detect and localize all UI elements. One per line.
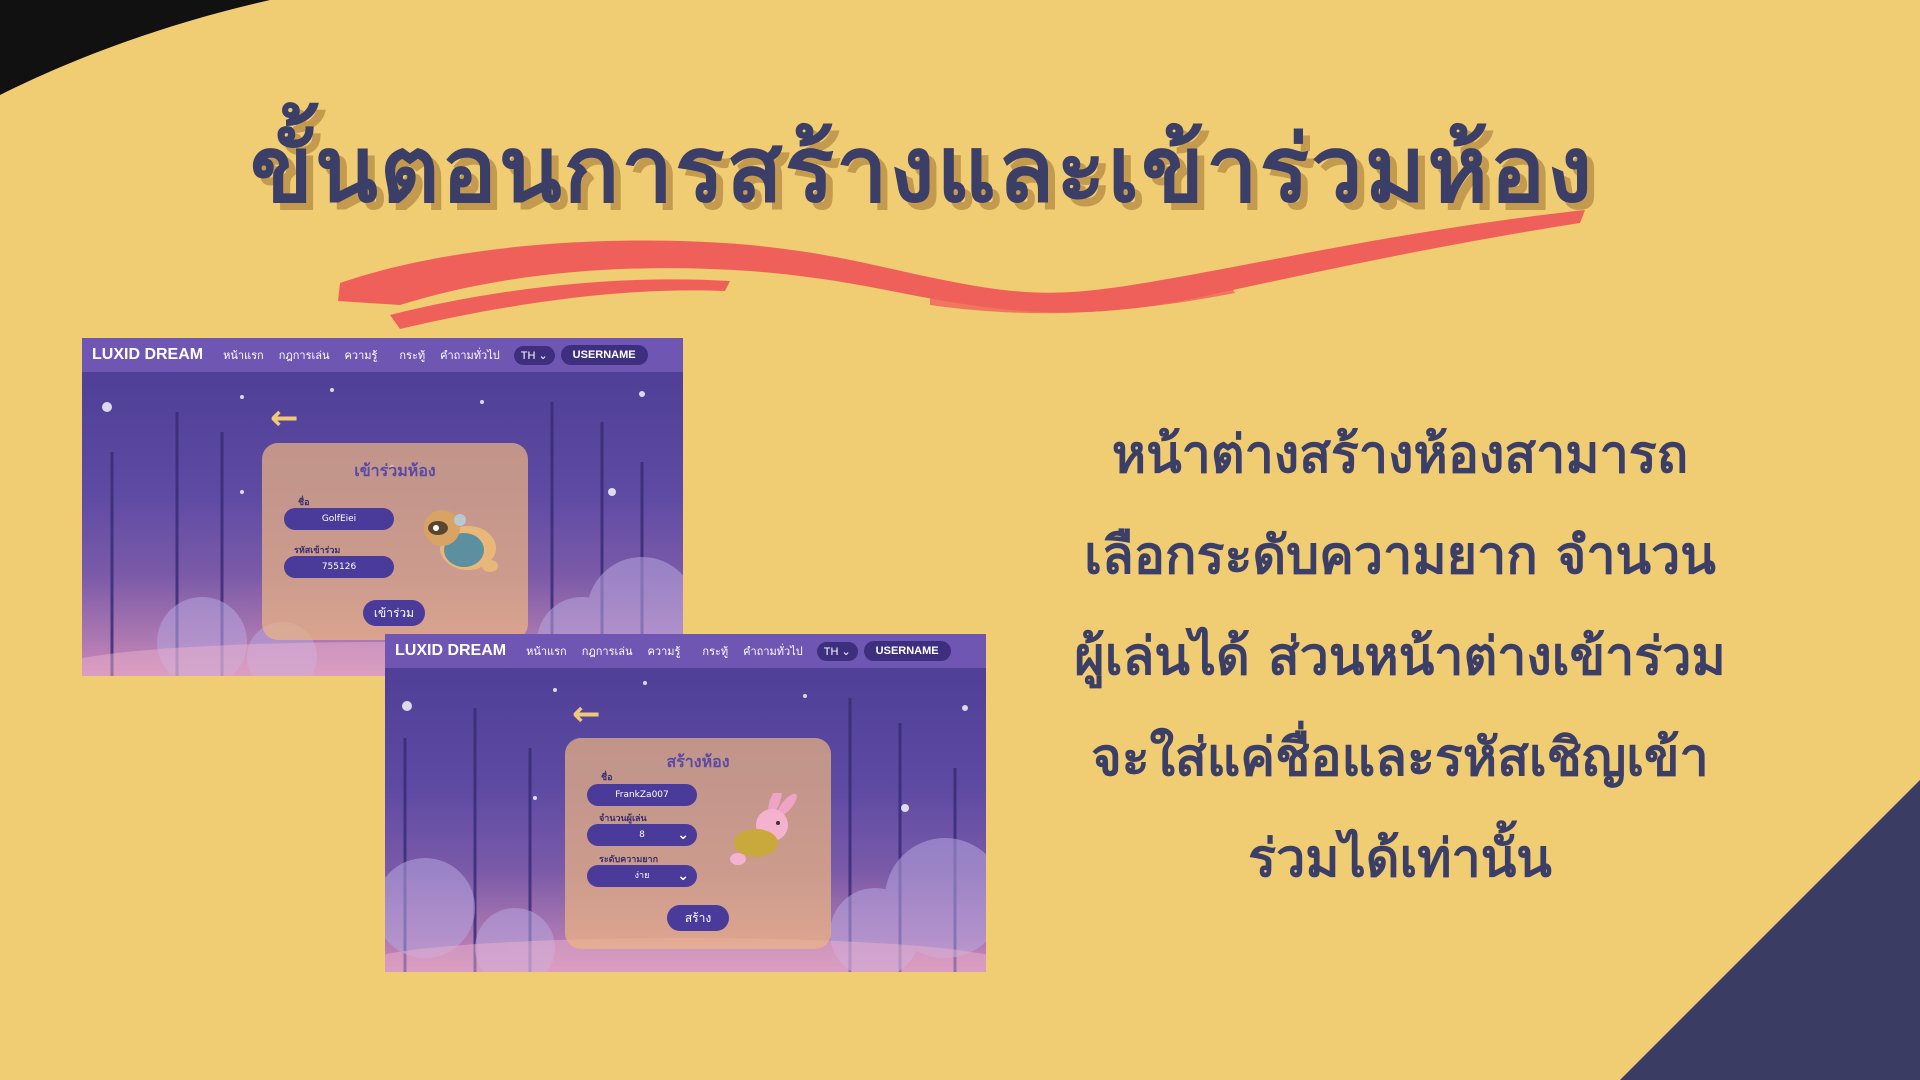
join-button[interactable]: เข้าร่วม bbox=[363, 600, 425, 626]
navbar: LUXID DREAM หน้าแรก กฎการเล่น ความรู้ กร… bbox=[385, 634, 986, 668]
language-select[interactable]: TH ⌄ bbox=[816, 641, 858, 661]
nav-link-faq[interactable]: คำถามทั่วไป bbox=[743, 642, 803, 660]
navbar: LUXID DREAM หน้าแรก กฎการเล่น ความรู้ กร… bbox=[82, 338, 683, 372]
nav-link-home[interactable]: หน้าแรก bbox=[526, 642, 567, 660]
nav-link-faq[interactable]: คำถามทั่วไป bbox=[440, 346, 500, 364]
chevron-down-icon: ⌄ bbox=[677, 868, 689, 884]
join-code-field[interactable]: 755126 bbox=[284, 556, 394, 578]
name-field[interactable]: FrankZa007 bbox=[587, 784, 697, 806]
create-room-panel: สร้างห้อง ชื่อ FrankZa007 จำนวนผู้เล่น 8… bbox=[565, 738, 831, 949]
join-room-title: เข้าร่วมห้อง bbox=[354, 461, 436, 480]
nav-link-knowledge[interactable]: ความรู้ bbox=[345, 346, 378, 364]
name-label: ชื่อ bbox=[601, 773, 613, 783]
description-line: จะใส่แค่ชื่อและรหัสเชิญเข้า bbox=[1091, 728, 1709, 788]
join-room-screenshot: LUXID DREAM หน้าแรก กฎการเล่น ความรู้ กร… bbox=[82, 338, 683, 676]
nav-link-knowledge[interactable]: ความรู้ bbox=[648, 642, 681, 660]
back-arrow-icon[interactable]: ← bbox=[270, 398, 299, 438]
join-room-panel: เข้าร่วมห้อง ชื่อ GolfEiei รหัสเข้าร่วม … bbox=[262, 443, 528, 640]
description-line: ผู้เล่นได้ ส่วนหน้าต่างเข้าร่วม bbox=[1074, 627, 1726, 687]
players-select[interactable]: 8 ⌄ bbox=[587, 824, 697, 846]
nav-link-forum[interactable]: กระทู้ bbox=[399, 346, 425, 364]
name-field[interactable]: GolfEiei bbox=[284, 508, 394, 530]
description-line: เลือกระดับความยาก จำนวน bbox=[1084, 526, 1716, 586]
nav-link-rules[interactable]: กฎการเล่น bbox=[279, 346, 330, 364]
description-line: ร่วมได้เท่านั้น bbox=[1248, 829, 1552, 889]
name-label: ชื่อ bbox=[298, 498, 310, 508]
difficulty-select[interactable]: ง่าย ⌄ bbox=[587, 865, 697, 887]
brand-logo[interactable]: LUXID DREAM bbox=[92, 346, 203, 364]
language-select[interactable]: TH ⌄ bbox=[513, 345, 555, 365]
hamster-character-icon bbox=[424, 510, 498, 572]
nav-link-rules[interactable]: กฎการเล่น bbox=[582, 642, 633, 660]
players-label: จำนวนผู้เล่น bbox=[599, 814, 647, 824]
nav-link-forum[interactable]: กระทู้ bbox=[702, 642, 728, 660]
create-room-screenshot: LUXID DREAM หน้าแรก กฎการเล่น ความรู้ กร… bbox=[385, 634, 986, 972]
rabbit-character-icon bbox=[730, 793, 797, 865]
username-button[interactable]: USERNAME bbox=[560, 345, 648, 365]
description: หน้าต่างสร้างห้องสามารถ เลือกระดับความยา… bbox=[1010, 405, 1790, 910]
description-line: หน้าต่างสร้างห้องสามารถ bbox=[1111, 425, 1689, 485]
back-arrow-icon[interactable]: ← bbox=[572, 694, 601, 734]
join-code-label: รหัสเข้าร่วม bbox=[294, 546, 341, 556]
create-button[interactable]: สร้าง bbox=[667, 905, 729, 931]
chevron-down-icon: ⌄ bbox=[677, 827, 689, 843]
nav-link-home[interactable]: หน้าแรก bbox=[223, 346, 264, 364]
username-button[interactable]: USERNAME bbox=[863, 641, 951, 661]
difficulty-value: ง่าย bbox=[634, 871, 650, 881]
brush-stroke-decoration bbox=[338, 210, 1585, 329]
brand-logo[interactable]: LUXID DREAM bbox=[395, 642, 506, 660]
players-value: 8 bbox=[639, 830, 645, 840]
difficulty-label: ระดับความยาก bbox=[599, 855, 659, 865]
